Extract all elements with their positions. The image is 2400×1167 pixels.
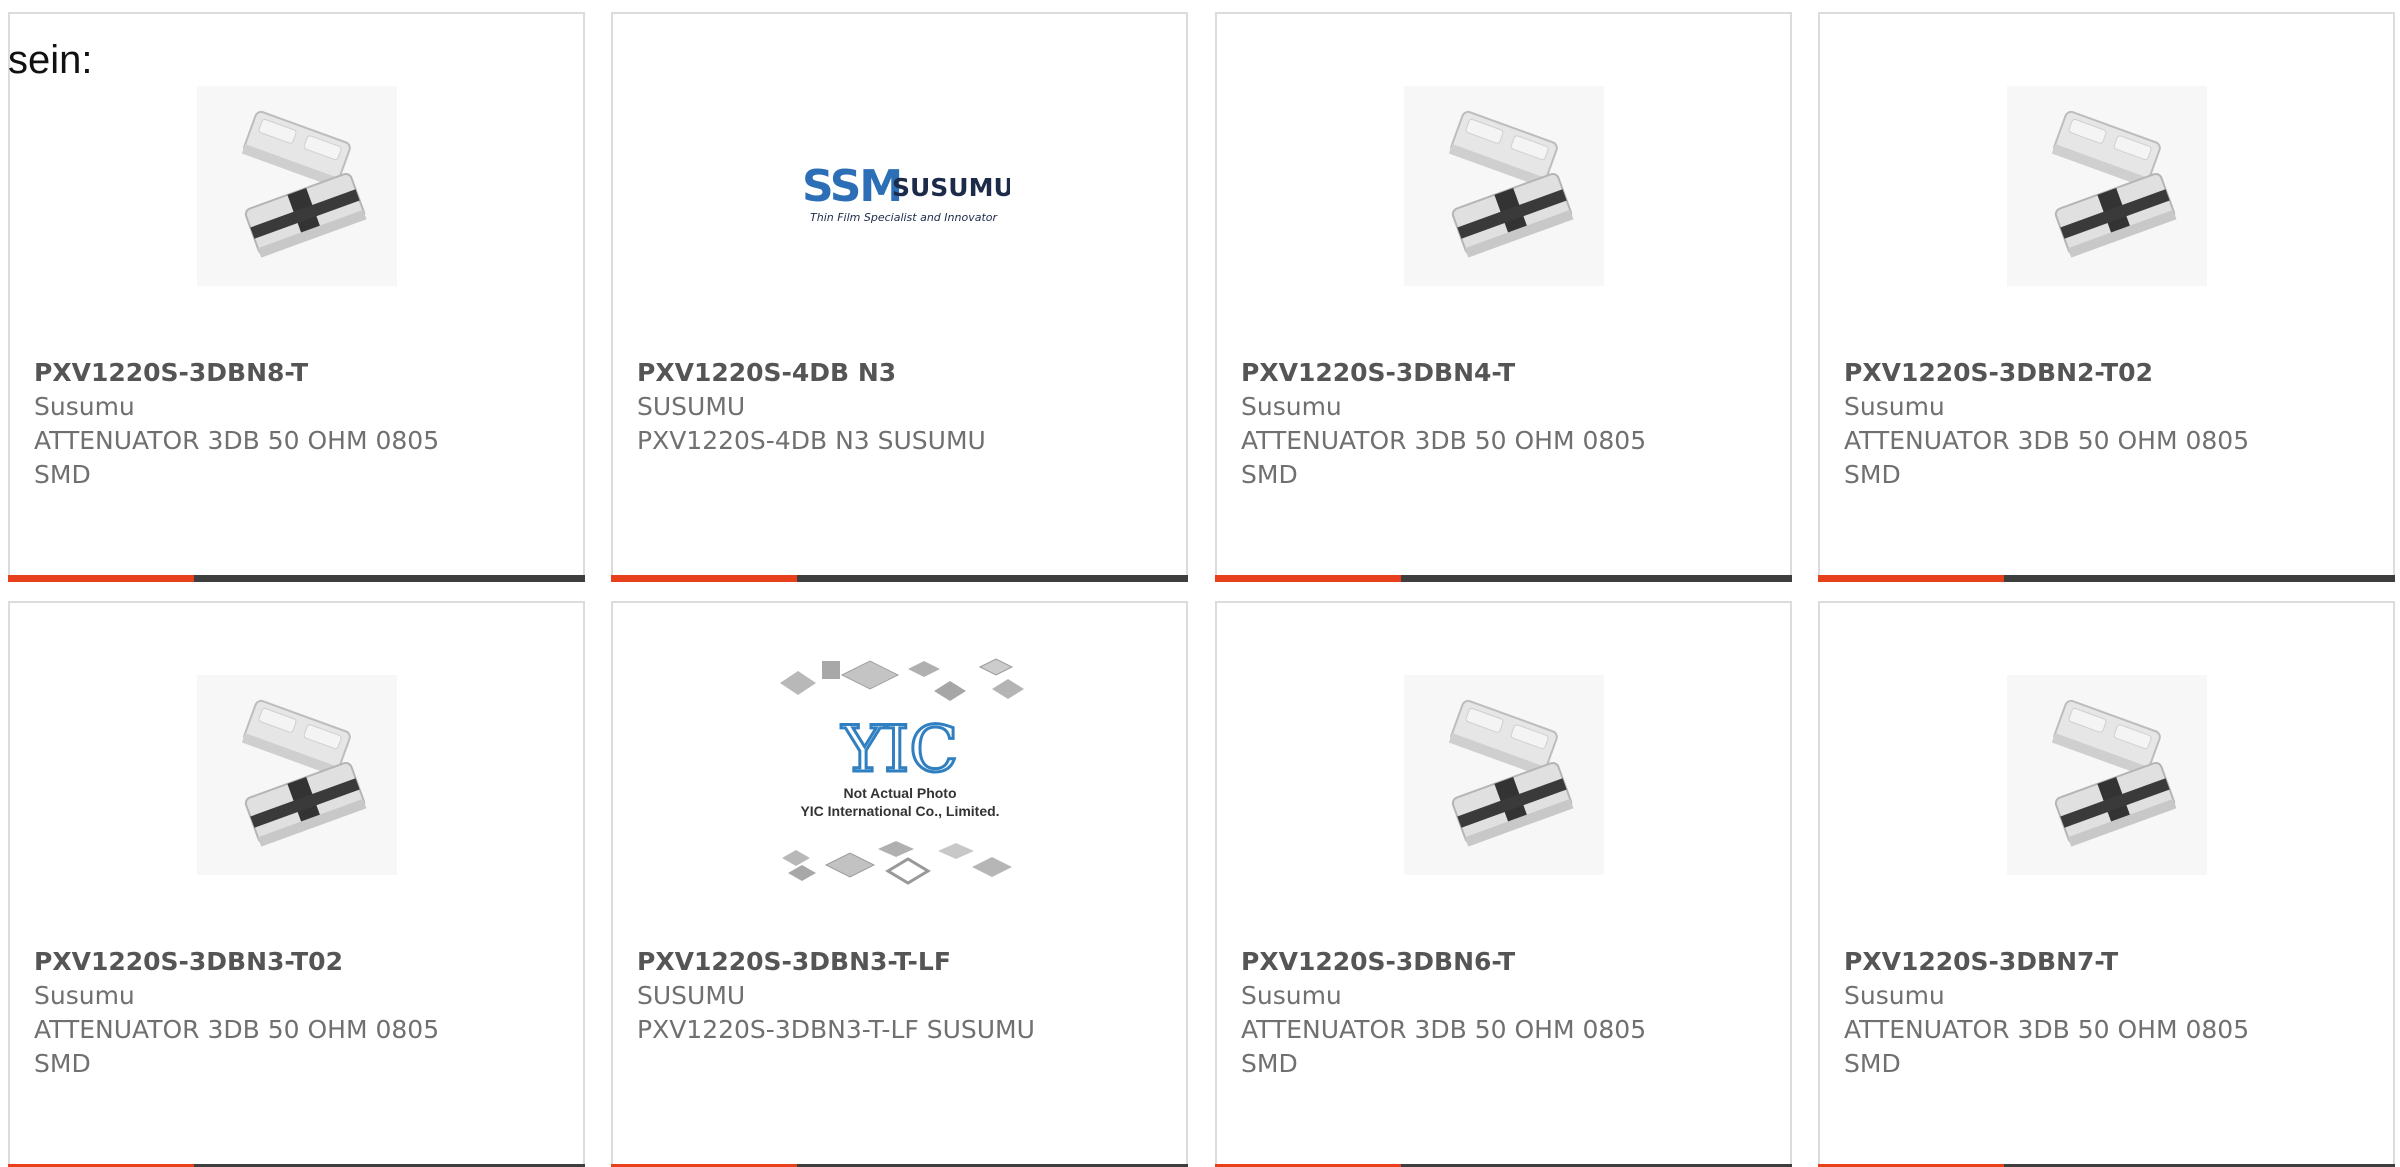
card-footer-accent <box>1818 575 2004 582</box>
product-description: ATTENUATOR 3DB 50 OHM 0805 SMD <box>1844 426 2250 489</box>
product-description: ATTENUATOR 3DB 50 OHM 0805 SMD <box>1241 1015 1647 1078</box>
product-image[interactable] <box>1403 675 1604 875</box>
product-image[interactable]: YIC Not Actual Photo YIC International C… <box>759 653 1040 903</box>
part-number[interactable]: PXV1220S-4DB N3 <box>637 356 1097 390</box>
yic-placeholder-image: YIC Not Actual Photo YIC International C… <box>779 658 1024 885</box>
part-number[interactable]: PXV1220S-3DBN3-T02 <box>34 945 494 979</box>
product-image[interactable] <box>196 675 397 875</box>
part-number[interactable]: PXV1220S-3DBN6-T <box>1241 945 1701 979</box>
logo-tagline: Thin Film Specialist and Innovator <box>810 211 998 224</box>
manufacturer: Susumu <box>1241 981 1342 1010</box>
product-image[interactable] <box>1403 86 1604 286</box>
part-number[interactable]: PXV1220S-3DBN3-T-LF <box>637 945 1097 979</box>
card-footer-accent <box>611 575 797 582</box>
card-footer-accent <box>8 575 194 582</box>
product-description: ATTENUATOR 3DB 50 OHM 0805 SMD <box>34 426 440 489</box>
susumu-logo: SSM SUSUMU Thin Film Specialist and Inno… <box>802 161 1010 224</box>
part-number[interactable]: PXV1220S-3DBN8-T <box>34 356 494 390</box>
product-card[interactable]: SSM SUSUMU Thin Film Specialist and Inno… <box>611 12 1188 582</box>
product-description: ATTENUATOR 3DB 50 OHM 0805 SMD <box>1844 1015 2250 1078</box>
attenuator-chip-photo <box>1403 86 1604 286</box>
product-card[interactable]: PXV1220S-3DBN6-T Susumu ATTENUATOR 3DB 5… <box>1215 601 1792 1167</box>
product-description: ATTENUATOR 3DB 50 OHM 0805 SMD <box>1241 426 1647 489</box>
product-description: PXV1220S-3DBN3-T-LF SUSUMU <box>637 1015 1035 1044</box>
attenuator-chip-photo <box>196 675 397 875</box>
part-number[interactable]: PXV1220S-3DBN2-T02 <box>1844 356 2304 390</box>
product-image[interactable] <box>2006 86 2207 286</box>
attenuator-chip-photo <box>1403 675 1604 875</box>
card-footer-bar <box>1215 575 1792 582</box>
part-number[interactable]: PXV1220S-3DBN7-T <box>1844 945 2304 979</box>
card-footer-bar <box>8 575 585 582</box>
manufacturer: Susumu <box>1241 392 1342 421</box>
attenuator-chip-photo <box>2006 86 2207 286</box>
card-footer-bar <box>611 575 1188 582</box>
part-number[interactable]: PXV1220S-3DBN4-T <box>1241 356 1701 390</box>
product-description: PXV1220S-4DB N3 SUSUMU <box>637 426 986 455</box>
product-card[interactable]: PXV1220S-3DBN4-T Susumu ATTENUATOR 3DB 5… <box>1215 12 1792 582</box>
attenuator-chip-photo <box>2006 675 2207 875</box>
manufacturer: Susumu <box>34 981 135 1010</box>
product-image[interactable]: SSM SUSUMU Thin Film Specialist and Inno… <box>789 86 1010 286</box>
placeholder-line-1: Not Actual Photo <box>843 785 956 801</box>
product-image[interactable] <box>2006 675 2207 875</box>
logo-mark: SSM <box>802 161 901 212</box>
product-card[interactable]: PXV1220S-3DBN2-T02 Susumu ATTENUATOR 3DB… <box>1818 12 2395 582</box>
yic-brand: YIC <box>840 713 958 787</box>
product-card[interactable]: PXV1220S-3DBN3-T02 Susumu ATTENUATOR 3DB… <box>8 601 585 1167</box>
manufacturer: Susumu <box>34 392 135 421</box>
product-card[interactable]: PXV1220S-3DBN7-T Susumu ATTENUATOR 3DB 5… <box>1818 601 2395 1167</box>
placeholder-line-2: YIC International Co., Limited. <box>800 803 999 819</box>
card-footer-accent <box>1215 575 1401 582</box>
intro-text: sein: <box>8 38 93 82</box>
manufacturer: SUSUMU <box>637 392 746 421</box>
attenuator-chip-photo <box>196 86 397 286</box>
product-grid-page: sein: PXV1220S-3DBN8-T Susumu ATTENUATOR… <box>0 0 2400 1167</box>
manufacturer: Susumu <box>1844 981 1945 1010</box>
manufacturer: Susumu <box>1844 392 1945 421</box>
manufacturer: SUSUMU <box>637 981 746 1010</box>
product-card[interactable]: YIC Not Actual Photo YIC International C… <box>611 601 1188 1167</box>
product-image[interactable] <box>196 86 397 286</box>
product-card[interactable]: PXV1220S-3DBN8-T Susumu ATTENUATOR 3DB 5… <box>8 12 585 582</box>
logo-name: SUSUMU <box>892 173 1010 202</box>
card-footer-bar <box>1818 575 2395 582</box>
product-description: ATTENUATOR 3DB 50 OHM 0805 SMD <box>34 1015 440 1078</box>
